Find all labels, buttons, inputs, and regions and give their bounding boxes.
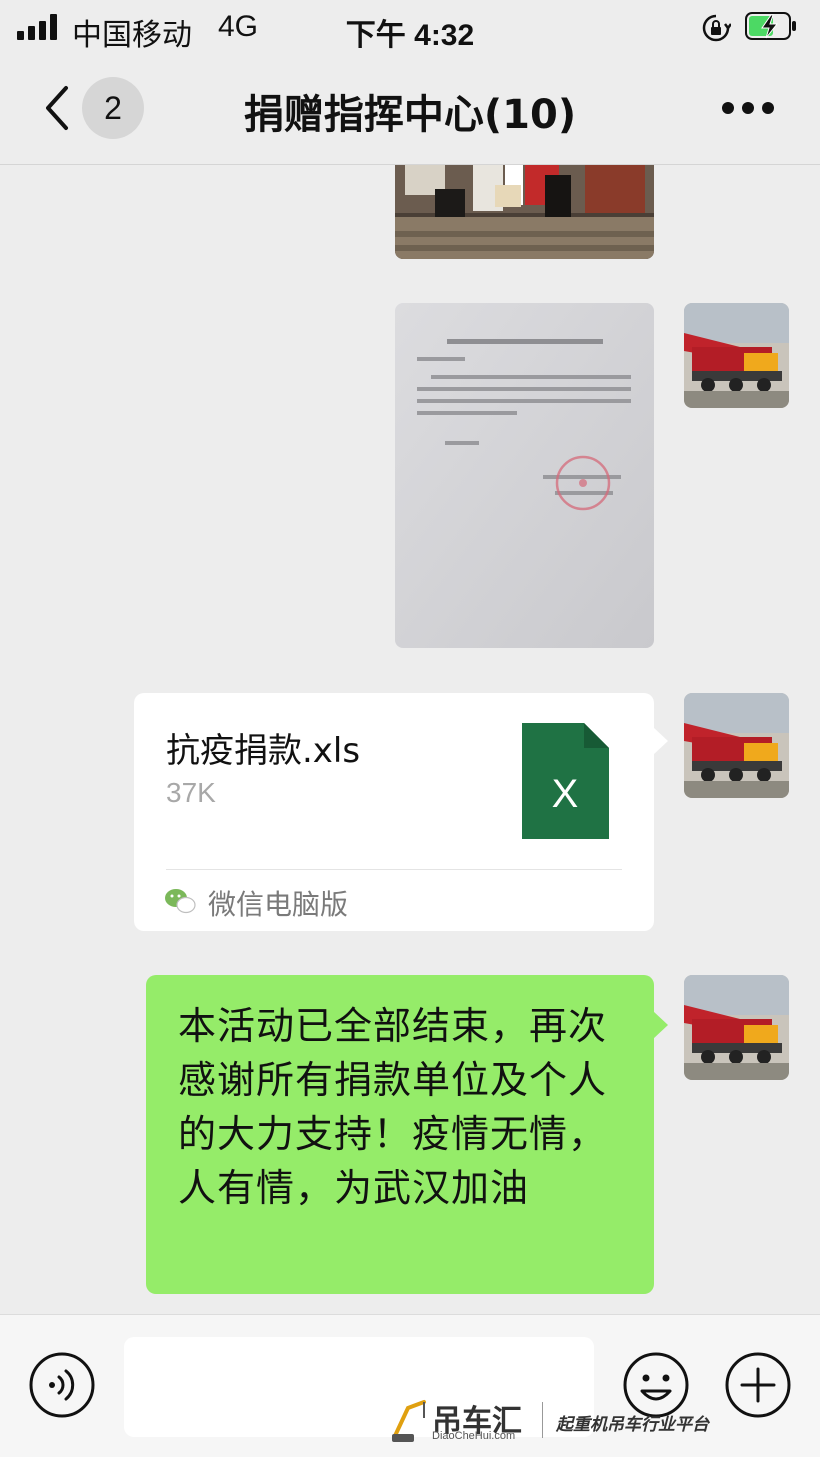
message-list[interactable]: 抗疫捐款.xls 37K X 微信电脑版 本活动已全部结束，再次感谢所有捐款单位… xyxy=(0,165,820,1313)
donation-photo[interactable] xyxy=(395,165,654,259)
sent-text-message[interactable]: 本活动已全部结束，再次感谢所有捐款单位及个人的大力支持！疫情无情，人有情，为武汉… xyxy=(146,975,668,1294)
watermark-slogan: 起重机吊车行业平台 xyxy=(556,1415,709,1435)
message-text: 本活动已全部结束，再次感谢所有捐款单位及个人的大力支持！疫情无情，人有情，为武汉… xyxy=(178,1004,608,1210)
user-avatar[interactable] xyxy=(684,975,789,1080)
user-avatar[interactable] xyxy=(684,693,789,798)
battery-charging-icon xyxy=(745,12,796,40)
excel-file-icon: X xyxy=(522,723,609,839)
status-time: 下午 4:32 xyxy=(345,19,475,52)
orientation-lock-icon xyxy=(702,14,731,42)
status-bar: 中国移动 4G 下午 4:32 xyxy=(0,0,820,56)
file-message-card[interactable]: 抗疫捐款.xls 37K X 微信电脑版 xyxy=(134,693,668,931)
file-name: 抗疫捐款.xls xyxy=(166,731,361,771)
chat-title: 捐赠指挥中心(10) xyxy=(243,92,577,138)
crane-logo-icon xyxy=(392,1400,426,1442)
divider xyxy=(166,869,622,870)
watermark-domain: DiaoCheHui.com xyxy=(432,1430,516,1442)
watermark: 吊车汇 DiaoCheHui.com 起重机吊车行业平台 xyxy=(390,1392,800,1448)
file-source-label: 微信电脑版 xyxy=(208,888,349,921)
chat-header: 2 捐赠指挥中心(10) xyxy=(0,56,820,165)
more-dots-icon[interactable] xyxy=(722,102,774,116)
excel-letter: X xyxy=(552,772,579,816)
certificate-photo[interactable] xyxy=(395,303,654,648)
user-avatar[interactable] xyxy=(684,303,789,408)
wechat-icon xyxy=(165,889,196,914)
file-size: 37K xyxy=(166,777,216,808)
voice-icon[interactable] xyxy=(28,1351,96,1419)
